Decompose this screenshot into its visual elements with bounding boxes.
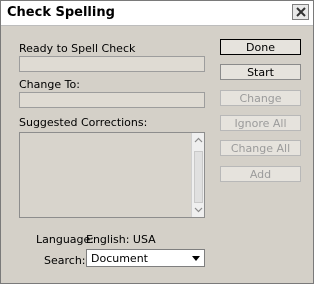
start-button[interactable]: Start (220, 64, 301, 80)
done-button[interactable]: Done (220, 39, 301, 55)
search-select[interactable]: Document (86, 249, 205, 267)
search-select-value: Document (91, 252, 148, 265)
search-label: Search: (44, 254, 86, 267)
add-button[interactable]: Add (220, 166, 301, 182)
scroll-thumb[interactable] (194, 151, 203, 203)
ignore-all-button[interactable]: Ignore All (220, 115, 301, 131)
suggested-label: Suggested Corrections: (19, 116, 148, 129)
scroll-down-icon[interactable] (194, 205, 203, 214)
search-dropdown-button[interactable] (189, 251, 203, 265)
word-field (19, 56, 205, 72)
language-value: English: USA (86, 233, 156, 246)
change-to-field[interactable] (19, 92, 205, 108)
check-spelling-dialog: Check Spelling Ready to Spell Check Chan… (0, 0, 314, 284)
close-icon (295, 7, 306, 17)
change-button[interactable]: Change (220, 90, 301, 106)
chevron-down-icon (192, 255, 200, 261)
close-button[interactable] (292, 4, 309, 20)
suggestions-list[interactable] (19, 132, 205, 218)
ready-label: Ready to Spell Check (19, 42, 136, 55)
window-title: Check Spelling (7, 5, 115, 20)
scroll-up-icon[interactable] (194, 136, 203, 145)
change-all-button[interactable]: Change All (220, 140, 301, 156)
suggestions-scrollbar[interactable] (191, 133, 204, 217)
change-to-label: Change To: (19, 78, 80, 91)
title-bar: Check Spelling (1, 1, 313, 26)
